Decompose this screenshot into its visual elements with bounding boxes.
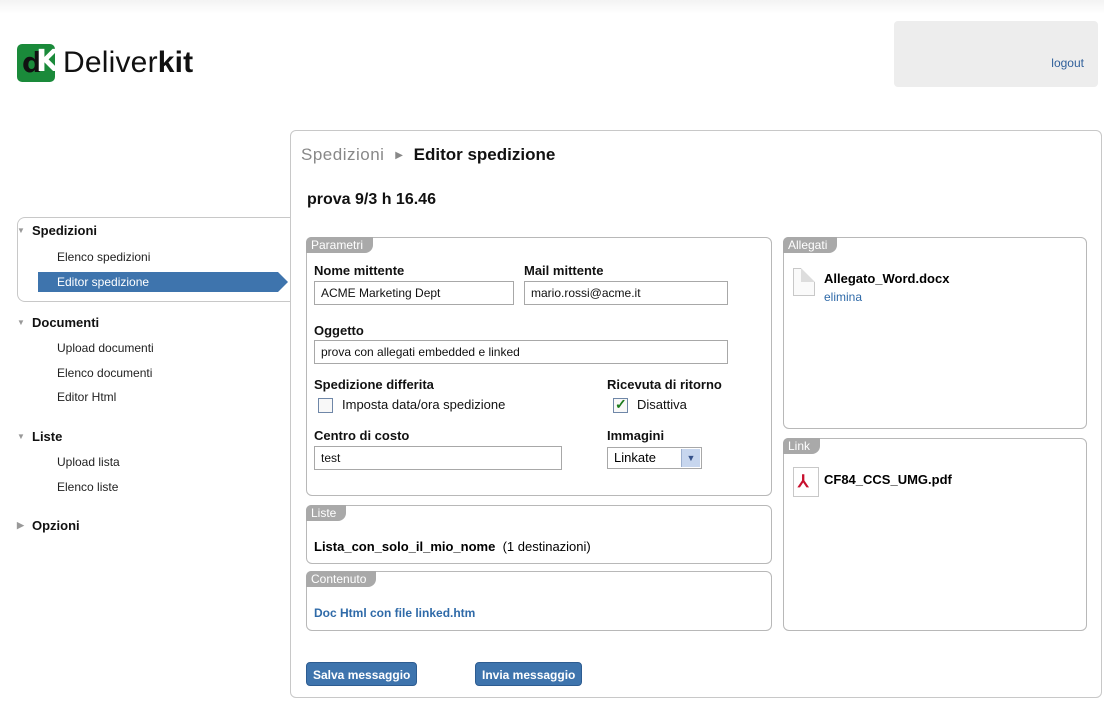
pdf-icon: ⅄: [793, 467, 819, 497]
contenuto-box: Contenuto Doc Html con file linked.htm: [306, 571, 772, 631]
liste-box: Liste Lista_con_solo_il_mio_nome (1 dest…: [306, 505, 772, 564]
list-entry: Lista_con_solo_il_mio_nome (1 destinazio…: [314, 539, 591, 554]
sidebar-section-liste[interactable]: ▼ Liste: [17, 429, 62, 444]
list-recipients: (1 destinazioni): [502, 539, 591, 554]
subject-label: Oggetto: [314, 323, 364, 338]
sidebar-section-documenti[interactable]: ▼ Documenti: [17, 315, 99, 330]
receipt-label: Ricevuta di ritorno: [607, 377, 722, 392]
images-select[interactable]: Linkate ▼: [607, 447, 702, 469]
logout-link[interactable]: logout: [1051, 56, 1084, 70]
save-button[interactable]: Salva messaggio: [306, 662, 418, 686]
sidebar-section-opzioni[interactable]: ▶ Opzioni: [17, 518, 80, 533]
sidebar-item-elenco-documenti[interactable]: Elenco documenti: [57, 366, 152, 380]
link-box: Link ⅄ CF84_CCS_UMG.pdf: [783, 438, 1087, 631]
top-shadow: [0, 0, 1104, 14]
receipt-checkbox-label: Disattiva: [637, 397, 687, 412]
breadcrumb-separator-icon: ▶: [395, 150, 403, 161]
sender-name-field[interactable]: ACME Marketing Dept: [314, 281, 514, 305]
link-tab: Link: [783, 438, 821, 454]
contenuto-tab: Contenuto: [306, 571, 377, 587]
sidebar-item-editor-spedizione[interactable]: Editor spedizione: [38, 272, 288, 292]
expanded-triangle-icon: ▼: [17, 432, 25, 441]
expanded-triangle-icon: ▼: [17, 318, 25, 327]
images-label: Immagini: [607, 428, 665, 443]
sidebar-item-upload-documenti[interactable]: Upload documenti: [57, 341, 154, 355]
user-box: logout: [894, 21, 1098, 87]
subject-field[interactable]: prova con allegati embedded e linked: [314, 340, 728, 364]
list-name[interactable]: Lista_con_solo_il_mio_nome: [314, 539, 495, 554]
sidebar-item-upload-lista[interactable]: Upload lista: [57, 455, 120, 469]
parametri-tab: Parametri: [306, 237, 374, 253]
liste-tab: Liste: [306, 505, 347, 521]
deferred-checkbox[interactable]: [318, 398, 333, 413]
collapsed-triangle-icon: ▶: [17, 520, 24, 530]
allegati-tab: Allegati: [783, 237, 838, 253]
sidebar-section-spedizioni[interactable]: ▼ Spedizioni: [17, 223, 97, 238]
sidebar-item-editor-html[interactable]: Editor Html: [57, 390, 116, 404]
content-document-link[interactable]: Doc Html con file linked.htm: [314, 606, 475, 620]
sidebar-item-elenco-spedizioni[interactable]: Elenco spedizioni: [57, 250, 150, 264]
chevron-down-icon: ▼: [681, 449, 700, 467]
parametri-box: Parametri Nome mittente ACME Marketing D…: [306, 237, 772, 496]
page-title: prova 9/3 h 16.46: [307, 191, 436, 208]
cost-center-field[interactable]: test: [314, 446, 562, 470]
main-panel: Spedizioni ▶ Editor spedizione prova 9/3…: [290, 130, 1102, 698]
sender-mail-label: Mail mittente: [524, 263, 604, 278]
breadcrumb-current: Editor spedizione: [413, 145, 556, 164]
allegati-box: Allegati Allegato_Word.docx elimina: [783, 237, 1087, 429]
sidebar-item-elenco-liste[interactable]: Elenco liste: [57, 480, 118, 494]
breadcrumb-parent[interactable]: Spedizioni: [301, 145, 384, 164]
logo-mark-icon: dK: [17, 44, 55, 82]
logo-text: Deliverkit: [63, 46, 194, 79]
attachment-delete-link[interactable]: elimina: [824, 290, 862, 304]
sender-name-label: Nome mittente: [314, 263, 405, 278]
breadcrumb: Spedizioni ▶ Editor spedizione: [301, 145, 555, 165]
document-icon: [793, 268, 815, 296]
expanded-triangle-icon: ▼: [17, 226, 25, 235]
receipt-checkbox[interactable]: [613, 396, 628, 413]
attachment-file-name: Allegato_Word.docx: [824, 271, 950, 286]
sender-mail-field[interactable]: mario.rossi@acme.it: [524, 281, 728, 305]
link-file-name[interactable]: CF84_CCS_UMG.pdf: [824, 472, 952, 487]
deferred-label: Spedizione differita: [314, 377, 434, 392]
cost-center-label: Centro di costo: [314, 428, 410, 443]
send-button[interactable]: Invia messaggio: [475, 662, 583, 686]
deferred-checkbox-label: Imposta data/ora spedizione: [342, 397, 506, 412]
logo[interactable]: dK Deliverkit: [17, 44, 193, 82]
